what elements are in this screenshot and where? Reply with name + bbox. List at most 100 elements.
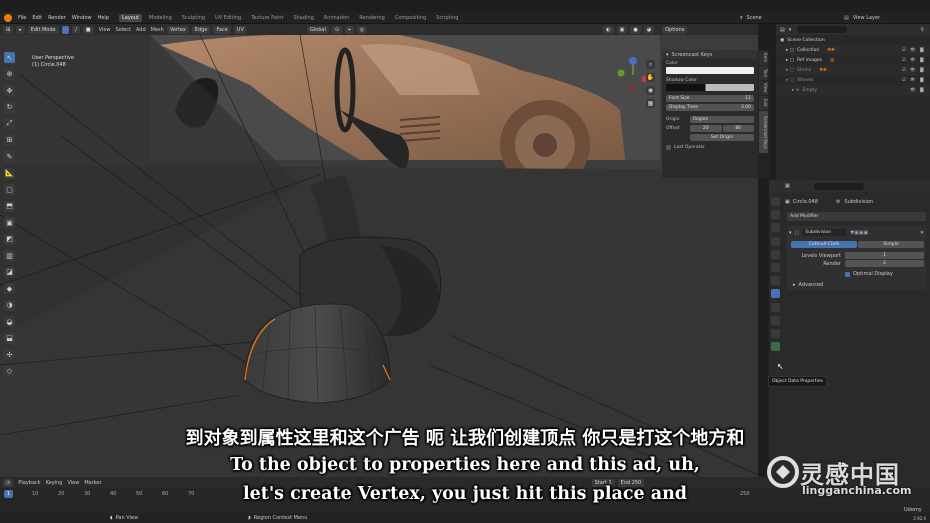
visibility-eye-icon[interactable]: 👁	[910, 78, 916, 83]
poly-build-tool-icon[interactable]: ◆	[4, 283, 15, 294]
render-properties-tab-icon[interactable]	[770, 210, 780, 220]
mode-dropdown[interactable]: Edit Mode	[27, 25, 59, 34]
sidebar-tab-item[interactable]: Item	[759, 51, 768, 65]
workspace-tab-animation[interactable]: Animation	[321, 14, 353, 22]
scene-tab-icon[interactable]	[770, 249, 780, 259]
menu-edge[interactable]: Edge	[191, 25, 211, 34]
shading-solid-icon[interactable]: ●	[630, 25, 641, 34]
menu-help[interactable]: Help	[98, 15, 109, 21]
workspace-tab-shading[interactable]: Shading	[290, 14, 316, 22]
offset-x-field[interactable]: 20	[690, 125, 722, 132]
add-modifier-dropdown[interactable]: Add Modifier	[787, 212, 926, 221]
properties-editor-icon[interactable]: ▦	[785, 183, 790, 189]
rotate-tool-icon[interactable]: ↻	[4, 101, 15, 113]
3d-viewport[interactable]	[0, 35, 758, 477]
cursor-tool-icon[interactable]: ⊕	[4, 68, 15, 80]
extrude-tool-icon[interactable]: ⬒	[4, 200, 15, 212]
set-origin-button[interactable]: Set Origin	[690, 134, 754, 141]
outliner-row[interactable]: ▸ ▢ Ref images ▨ ☑ 👁 ◙	[776, 55, 930, 65]
menu-render[interactable]: Render	[48, 15, 66, 21]
shadow-color-swatch[interactable]	[666, 84, 754, 91]
constraints-tab-icon[interactable]	[770, 328, 780, 338]
workspace-tab-rendering[interactable]: Rendering	[356, 14, 388, 22]
outliner-row[interactable]: ▸ ▢ Shrink ✱✱ ☑ 👁 ◙	[776, 65, 930, 75]
blender-logo-icon[interactable]	[4, 13, 12, 22]
menu-face[interactable]: Face	[213, 25, 231, 34]
menu-window[interactable]: Window	[72, 15, 92, 21]
edge-slide-tool-icon[interactable]: ⬓	[4, 332, 15, 344]
workspace-tab-modeling[interactable]: Modeling	[146, 14, 175, 22]
workspace-tab-sculpting[interactable]: Sculpting	[179, 14, 208, 22]
proportional-edit-icon[interactable]: ◎	[356, 25, 368, 34]
workspace-tab-scripting[interactable]: Scripting	[433, 14, 461, 22]
render-camera-icon[interactable]: ◙	[920, 68, 924, 73]
sidebar-tab-tool[interactable]: Tool	[759, 66, 768, 80]
render-camera-icon[interactable]: ◙	[920, 48, 924, 53]
knife-tool-icon[interactable]: ◪	[4, 266, 15, 278]
scene-selector[interactable]: ▾ Scene	[740, 12, 762, 24]
outliner-search-input[interactable]	[797, 26, 848, 33]
exclude-checkbox[interactable]: ☑	[902, 58, 906, 63]
edit-mode-toggle-icon[interactable]: ▼▣▣▣	[850, 230, 868, 236]
sidebar-tab-edit[interactable]: Edit	[759, 96, 768, 110]
workspace-tab-compositing[interactable]: Compositing	[392, 14, 429, 22]
spin-tool-icon[interactable]: ◑	[4, 299, 15, 311]
menu-mesh[interactable]: Mesh	[151, 27, 164, 33]
filter-icon[interactable]: ⚲	[920, 27, 924, 33]
camera-view-icon[interactable]: ◉	[646, 86, 655, 95]
face-select-mode-icon[interactable]: ■	[82, 25, 94, 34]
overlay-icon[interactable]: ◐	[603, 25, 614, 34]
display-time-field[interactable]: Display Time 3.00	[666, 104, 754, 111]
visibility-eye-icon[interactable]: 👁	[910, 48, 916, 53]
ortho-toggle-icon[interactable]: ▦	[646, 99, 655, 108]
visibility-eye-icon[interactable]: 👁	[910, 88, 916, 93]
scale-tool-icon[interactable]: ⤢	[4, 118, 15, 129]
smooth-tool-icon[interactable]: ◒	[4, 316, 15, 327]
last-operator-checkbox[interactable]	[666, 145, 671, 150]
world-tab-icon[interactable]	[770, 262, 780, 272]
workspace-tab-texture-paint[interactable]: Texture Paint	[248, 14, 286, 22]
editor-type-button[interactable]: ⊞	[3, 25, 14, 34]
catmull-clark-button[interactable]: Catmull-Clark	[791, 241, 857, 248]
levels-viewport-field[interactable]: 1	[845, 252, 924, 259]
outliner-row[interactable]: ▸ ✢ Empty 👁 ◙	[776, 85, 930, 95]
xray-icon[interactable]: ▣	[616, 25, 628, 34]
snap-icon[interactable]: ⌖	[345, 25, 354, 34]
font-size-field[interactable]: Font Size 11	[666, 95, 754, 102]
physics-tab-icon[interactable]	[770, 315, 780, 325]
menu-edit[interactable]: Edit	[32, 15, 42, 21]
render-levels-field[interactable]: 2	[845, 260, 924, 267]
object-data-tab-icon[interactable]	[770, 342, 780, 352]
menu-file[interactable]: File	[18, 15, 26, 21]
color-swatch[interactable]	[666, 67, 754, 74]
visibility-eye-icon[interactable]: 👁	[910, 68, 916, 73]
menu-view[interactable]: View	[99, 27, 111, 33]
inset-tool-icon[interactable]: ▣	[4, 217, 15, 228]
optimal-display-checkbox[interactable]	[845, 271, 850, 277]
sidebar-tab-screencast-keys[interactable]: Screencast Keys	[759, 111, 768, 153]
visibility-eye-icon[interactable]: 👁	[910, 58, 916, 63]
outliner-editor-icon[interactable]: ▤	[780, 27, 785, 33]
select-box-button[interactable]: ▸	[16, 25, 25, 34]
properties-search-input[interactable]	[813, 182, 864, 190]
exclude-checkbox[interactable]: ☑	[902, 48, 906, 53]
exclude-checkbox[interactable]: ☑	[902, 78, 906, 83]
select-tool-icon[interactable]: ↖	[4, 52, 15, 63]
pan-icon[interactable]: ✋	[646, 73, 655, 82]
offset-y-field[interactable]: 80	[722, 125, 754, 132]
workspace-tab-layout[interactable]: Layout	[119, 13, 142, 22]
vertex-select-mode-icon[interactable]: ·	[61, 25, 70, 34]
output-properties-tab-icon[interactable]	[770, 223, 780, 233]
modifier-close-icon[interactable]: ✕	[920, 230, 924, 236]
pivot-icon[interactable]: ⊙	[331, 25, 343, 34]
menu-vertex[interactable]: Vertex	[166, 25, 189, 34]
particles-tab-icon[interactable]	[770, 302, 780, 312]
object-tab-icon[interactable]	[770, 276, 780, 286]
add-cube-tool-icon[interactable]: ▢	[4, 184, 15, 195]
display-mode-icon[interactable]: ▾	[789, 27, 792, 33]
render-camera-icon[interactable]: ◙	[920, 88, 924, 93]
modifier-tab-icon[interactable]	[770, 289, 780, 299]
measure-tool-icon[interactable]: 📐	[4, 167, 15, 179]
menu-uv[interactable]: UV	[233, 25, 247, 34]
origin-dropdown[interactable]: Region	[690, 116, 754, 123]
